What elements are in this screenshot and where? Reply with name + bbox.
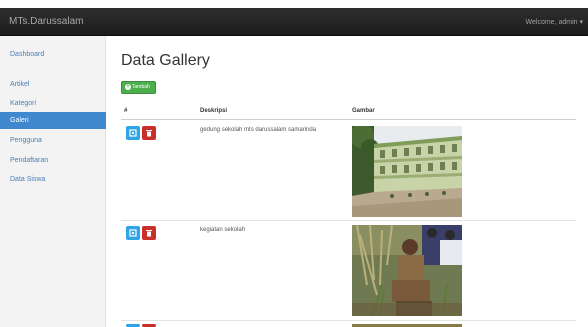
brand-link[interactable]: MTs.Darussalam (9, 16, 83, 27)
row-divider (121, 220, 576, 221)
row-divider (121, 320, 576, 321)
sidebar-item-dashboard[interactable]: Dashboard (0, 46, 106, 63)
row-description: gedung sekolah mts darussalam samarinda (200, 127, 317, 133)
top-navbar: MTs.Darussalam Welcome, admin ▾ (0, 8, 588, 36)
add-gallery-button[interactable]: + Tambah (121, 81, 156, 94)
table-header-divider (121, 119, 576, 120)
plus-icon: + (125, 83, 131, 90)
school-building-photo (352, 126, 462, 217)
school-activity-photo (352, 225, 462, 316)
trash-icon (146, 130, 152, 137)
edit-icon (129, 129, 137, 137)
user-menu-toggle[interactable]: Welcome, admin ▾ (526, 18, 583, 26)
column-header-number: # (124, 108, 128, 114)
sidebar: Dashboard Artikel Kategori Galeri Penggu… (0, 36, 106, 327)
page-title: Data Gallery (121, 52, 210, 69)
sidebar-item-pendaftaran[interactable]: Pendaftaran (0, 152, 106, 169)
add-button-label: Tambah (132, 84, 150, 90)
delete-button[interactable] (142, 126, 156, 140)
sidebar-item-pengguna[interactable]: Pengguna (0, 132, 106, 149)
edit-button[interactable] (126, 226, 140, 240)
row-description: kegiatan sekolah (200, 227, 246, 233)
sidebar-item-kategori[interactable]: Kategori (0, 95, 106, 112)
edit-icon (129, 229, 137, 237)
sidebar-item-galeri[interactable]: Galeri (0, 112, 106, 129)
sidebar-item-data-siswa[interactable]: Data Siswa (0, 171, 106, 188)
edit-button[interactable] (126, 126, 140, 140)
sidebar-item-artikel[interactable]: Artikel (0, 76, 106, 93)
column-header-gambar: Gambar (352, 108, 375, 114)
column-header-deskripsi: Deskripsi (200, 108, 228, 114)
delete-button[interactable] (142, 226, 156, 240)
trash-icon (146, 230, 152, 237)
